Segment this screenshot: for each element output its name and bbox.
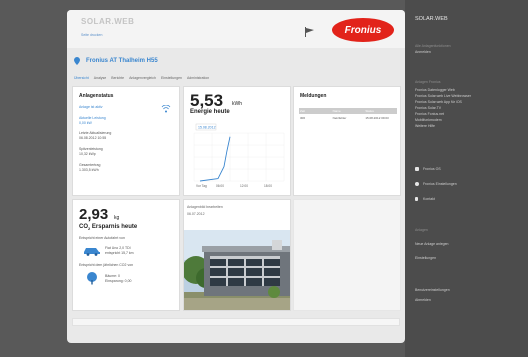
messages-table-header: Zeit Name Status [299,108,397,114]
current-power-value: 0,00 kW [79,121,92,125]
chart-x-tick-label: 18:00 [264,184,272,188]
sidebar-link-modem[interactable]: Mobilfunkmodem [415,118,442,122]
tab-administration[interactable]: Administration [187,76,209,82]
sidebar-action-settings[interactable]: Fronius Einstellungen [423,182,457,186]
messages-col-time[interactable]: Zeit [299,109,332,113]
last-update-value: 06.08.2012 10:55 [79,136,107,140]
flag-icon[interactable] [304,27,316,37]
co2-value: 2,93 [79,206,109,223]
chart-x-labels: Vor Tag 06:00 12:00 18:00 [196,184,272,188]
tab-reports[interactable]: Berichte [111,76,124,82]
sidebar-login-link[interactable]: Anmelden [415,50,431,54]
plant-name[interactable]: Fronius AT Thalheim H55 [86,58,158,64]
signal-icon [161,105,171,113]
car-intro: Entspricht einer Autofahrt von [79,236,125,240]
total-yield-label: Gesamtertrag [79,163,101,167]
energy-unit: kWh [232,101,242,107]
right-sidebar: SOLAR.WEB Alle Anlagenfunktionen Anmelde… [405,0,528,357]
energy-line [199,136,231,182]
tree-intro: Entspricht dem jährlichen CO2 von [79,263,134,267]
current-power-link[interactable]: Aktuelle Leistung [79,116,106,120]
sidebar-plant-settings[interactable]: Einstellungen [415,256,436,260]
plant-photo-panel: Anlagenbild bearbeiten 06.07.2012 [183,199,291,311]
message-time: 15.08.2012 09:03 [365,115,389,120]
messages-col-status[interactable]: Status [364,109,397,113]
plant-icon [74,57,80,65]
sidebar-link-app[interactable]: Fronius Solar.web App für iOS [415,100,462,104]
page-background: SOLAR.WEB Seite drucken Fronius Fronius … [0,0,528,357]
peak-power-value: 10,32 kWp [79,152,96,156]
plant-photo [184,230,290,310]
total-yield-value: 1.303,5 kWh [79,168,99,172]
plant-status-title: Anlagenstatus [79,93,114,99]
energy-today-panel: 5,53 kWh Energie heute 15.08.2012 Vor Ta… [183,86,291,196]
message-code: 306 [300,115,306,120]
messages-title: Meldungen [300,93,327,99]
empty-panel [293,199,401,311]
sidebar-user-settings[interactable]: Benutzereinstellungen [415,288,450,292]
main-card: SOLAR.WEB Seite drucken Fronius Fronius … [67,10,405,343]
tree-icon [87,272,97,285]
last-update-label: Letzte Aktualisierung [79,131,112,135]
sidebar-action-contact[interactable]: Kontakt [423,197,435,201]
tab-settings[interactable]: Einstellungen [161,76,182,82]
sidebar-title: SOLAR.WEB [415,16,448,22]
card-footer [72,318,400,326]
main-tabs: Übersicht Analyse Berichte Anlagenvergle… [74,76,394,82]
table-row[interactable]: 306 Netzfehler 15.08.2012 09:03 [299,115,397,120]
sidebar-new-plant[interactable]: Neue Anlage anlegen [415,242,448,246]
tab-overview[interactable]: Übersicht [74,76,89,82]
settings-icon [415,182,419,186]
tree-line1: Bäume: 0 [105,274,120,278]
chart-x-tick-label: Vor Tag [196,184,207,188]
car-line1: Fiat Uno 2,0 TDI [105,246,131,250]
brand-title: SOLAR.WEB [81,17,135,26]
car-icon [84,248,100,256]
sidebar-link-help[interactable]: Weitere Hilfe [415,124,435,128]
plant-status-panel: Anlagenstatus Anlage ist aktiv Aktuelle … [72,86,180,196]
sidebar-section3-head: Anlagen [415,228,428,232]
card-header: SOLAR.WEB Seite drucken Fronius [67,10,405,48]
tab-analysis[interactable]: Analyse [94,76,106,82]
car-line2: entspricht 15,7 km [105,251,134,255]
tab-comparison[interactable]: Anlagenvergleich [129,76,156,82]
sidebar-link-tv[interactable]: Fronius Solar.TV [415,106,441,110]
energy-label: Energie heute [190,109,230,115]
messages-col-name[interactable]: Name [332,109,365,113]
sidebar-section1-head: Alle Anlagenfunktionen [415,44,451,48]
sidebar-logout[interactable]: Abmelden [415,298,431,302]
co2-savings-panel: 2,93 kg CO2 Ersparnis heute Entspricht e… [72,199,180,311]
energy-chart[interactable]: 15.08.2012 Vor Tag 06:00 12:00 18:00 [188,121,288,189]
status-link[interactable]: Anlage ist aktiv [79,105,103,109]
co2-unit: kg [114,215,120,221]
print-link[interactable]: Seite drucken [81,33,102,37]
sidebar-link-net[interactable]: Fronius Fonius.net [415,112,444,116]
monitor-icon [415,167,419,171]
chart-tooltip: 15.08.2012 [198,126,216,130]
sidebar-link-live[interactable]: Fronius Solar.web Live Webbrowser [415,94,471,98]
chart-x-tick-label: 06:00 [216,184,224,188]
messages-panel: Meldungen Zeit Name Status 306 Netzfehle… [293,86,401,196]
plant-selector[interactable]: Fronius AT Thalheim H55 [74,55,158,67]
sidebar-section2-head: Anlagen Fronius [415,80,441,84]
chart-grid [193,132,285,182]
peak-power-label: Spitzenleistung [79,147,103,151]
tree-line2: Einsparung: 0,00 [105,279,132,283]
contact-icon [415,197,418,201]
sidebar-link-datalogger[interactable]: Fronius Datenlogger Web [415,88,455,92]
chart-x-tick-label: 12:00 [240,184,248,188]
photo-date: 06.07.2012 [187,212,205,216]
fronius-logo[interactable]: Fronius [332,18,394,42]
photo-label[interactable]: Anlagenbild bearbeiten [187,205,223,209]
message-name: Netzfehler [332,115,347,120]
sidebar-action-os[interactable]: Fronius OS [423,167,441,171]
co2-label: CO2 Ersparnis heute [79,224,138,232]
energy-value: 5,53 [190,91,224,110]
